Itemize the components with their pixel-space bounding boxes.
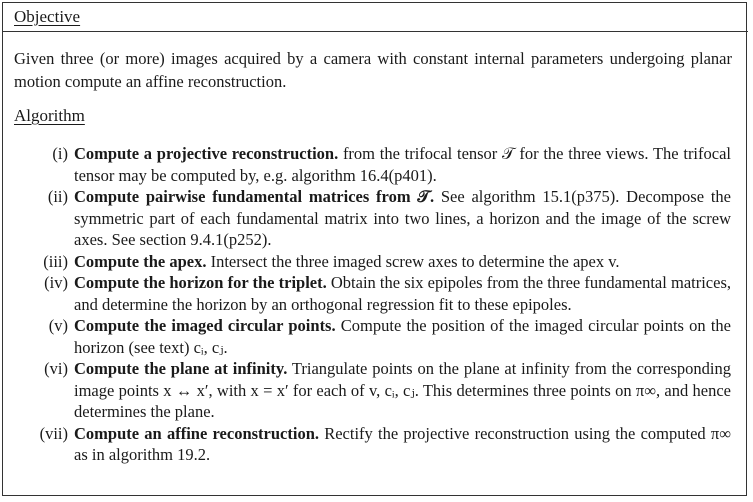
step-text: Intersect the three imaged screw axes to… xyxy=(206,251,620,271)
step-title: Compute an affine reconstruction. xyxy=(74,423,319,443)
step-title: Compute pairwise fundamental matrices fr… xyxy=(74,187,435,206)
step-title: Compute the apex. xyxy=(74,251,207,271)
step-6: (vi) Compute the plane at infinity. Tria… xyxy=(3,358,748,423)
step-number: (v) xyxy=(48,316,68,335)
step-number: (iv) xyxy=(44,273,68,292)
step-title: Compute a projective reconstruction. xyxy=(74,144,339,163)
algorithm-box: Objective Given three (or more) images a… xyxy=(2,2,748,496)
algorithm-heading: Algorithm xyxy=(14,106,85,125)
algorithm-steps: (i) Compute a projective reconstruction.… xyxy=(3,143,748,466)
step-1: (i) Compute a projective reconstruction.… xyxy=(3,143,748,186)
step-number: (i) xyxy=(52,144,68,163)
step-number: (vii) xyxy=(39,423,68,443)
step-7: (vii) Compute an affine reconstruction. … xyxy=(3,423,748,466)
step-number: (vi) xyxy=(44,359,68,378)
step-number: (ii) xyxy=(47,187,68,206)
step-title: Compute the horizon for the triplet. xyxy=(74,273,327,292)
step-title: Compute the plane at infinity. xyxy=(74,359,288,378)
step-number: (iii) xyxy=(43,251,68,271)
objective-heading: Objective xyxy=(14,7,81,26)
objective-text: Given three (or more) images acquired by… xyxy=(14,49,732,91)
step-3: (iii) Compute the apex. Intersect the th… xyxy=(3,251,748,273)
step-title: Compute the imaged circular points. xyxy=(74,316,336,335)
step-5: (v) Compute the imaged circular points. … xyxy=(3,315,748,358)
step-4: (iv) Compute the horizon for the triplet… xyxy=(3,272,748,315)
objective-header: Objective xyxy=(3,3,748,32)
step-2: (ii) Compute pairwise fundamental matric… xyxy=(3,186,748,251)
